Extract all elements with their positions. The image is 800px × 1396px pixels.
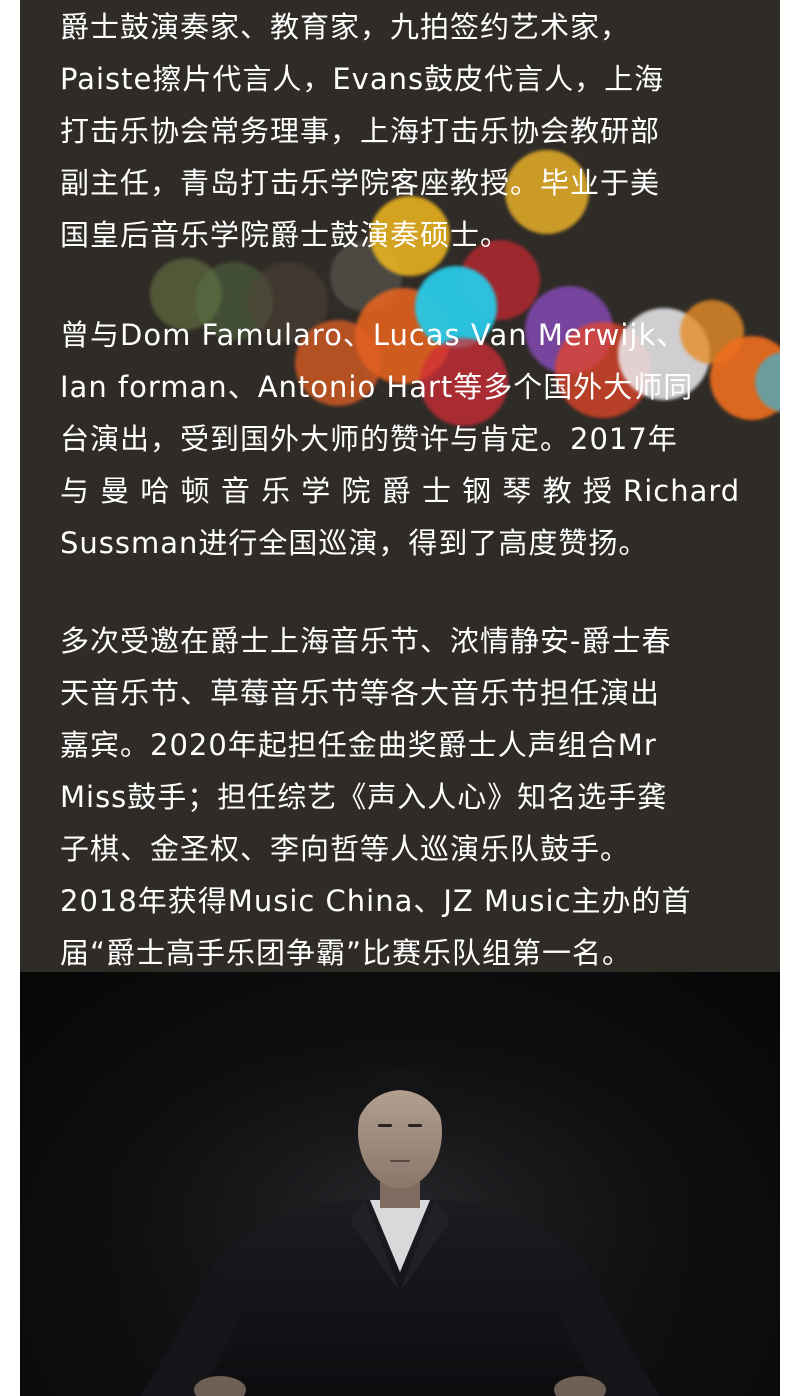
text-line: 台演出，受到国外大师的赞许与肯定。2017年 xyxy=(60,422,678,456)
text-line: 爵士鼓演奏家、教育家，九拍签约艺术家， xyxy=(60,10,631,44)
text-line: 打击乐协会常务理事，上海打击乐协会教研部 xyxy=(60,114,661,148)
text-line: 届“爵士高手乐团争霸”比赛乐队组第一名。 xyxy=(60,936,633,970)
text-line: 嘉宾。2020年起担任金曲奖爵士人声组合Mr xyxy=(60,728,657,762)
left-margin xyxy=(0,0,20,1396)
portrait-illustration xyxy=(20,972,780,1396)
text-line: 2018年获得Music China、JZ Music主办的首 xyxy=(60,884,692,918)
text-line: 天音乐节、草莓音乐节等各大音乐节担任演出 xyxy=(60,676,661,710)
text-line: 子棋、金圣权、李向哲等人巡演乐队鼓手。 xyxy=(60,832,631,866)
text-line: Miss鼓手；担任综艺《声入人心》知名选手龚 xyxy=(60,780,668,814)
text-line: 多次受邀在爵士上海音乐节、浓情静安-爵士春 xyxy=(60,624,672,658)
biography-paragraph-1: 爵士鼓演奏家、教育家，九拍签约艺术家， Paiste擦片代言人，Evans鼓皮代… xyxy=(60,1,664,261)
text-line: Paiste擦片代言人，Evans鼓皮代言人，上海 xyxy=(60,62,665,96)
text-line: 国皇后音乐学院爵士鼓演奏硕士。 xyxy=(60,218,511,252)
biography-paragraph-3: 多次受邀在爵士上海音乐节、浓情静安-爵士春 天音乐节、草莓音乐节等各大音乐节担任… xyxy=(60,615,692,972)
biography-paragraph-2: 曾与Dom Famularo、Lucas Van Merwijk、 Ian fo… xyxy=(60,309,740,569)
text-line: 与 曼 哈 顿 音 乐 学 院 爵 士 钢 琴 教 授 Richard xyxy=(60,474,741,508)
text-line: Ian forman、Antonio Hart等多个国外大师同 xyxy=(60,370,694,404)
biography-panel: 爵士鼓演奏家、教育家，九拍签约艺术家， Paiste擦片代言人，Evans鼓皮代… xyxy=(20,0,780,972)
portrait-photo xyxy=(20,972,780,1396)
text-line: 副主任，青岛打击乐学院客座教授。毕业于美 xyxy=(60,166,661,200)
text-line: 曾与Dom Famularo、Lucas Van Merwijk、 xyxy=(60,318,687,352)
right-margin xyxy=(780,0,800,1396)
text-line: Sussman进行全国巡演，得到了高度赞扬。 xyxy=(60,526,649,560)
